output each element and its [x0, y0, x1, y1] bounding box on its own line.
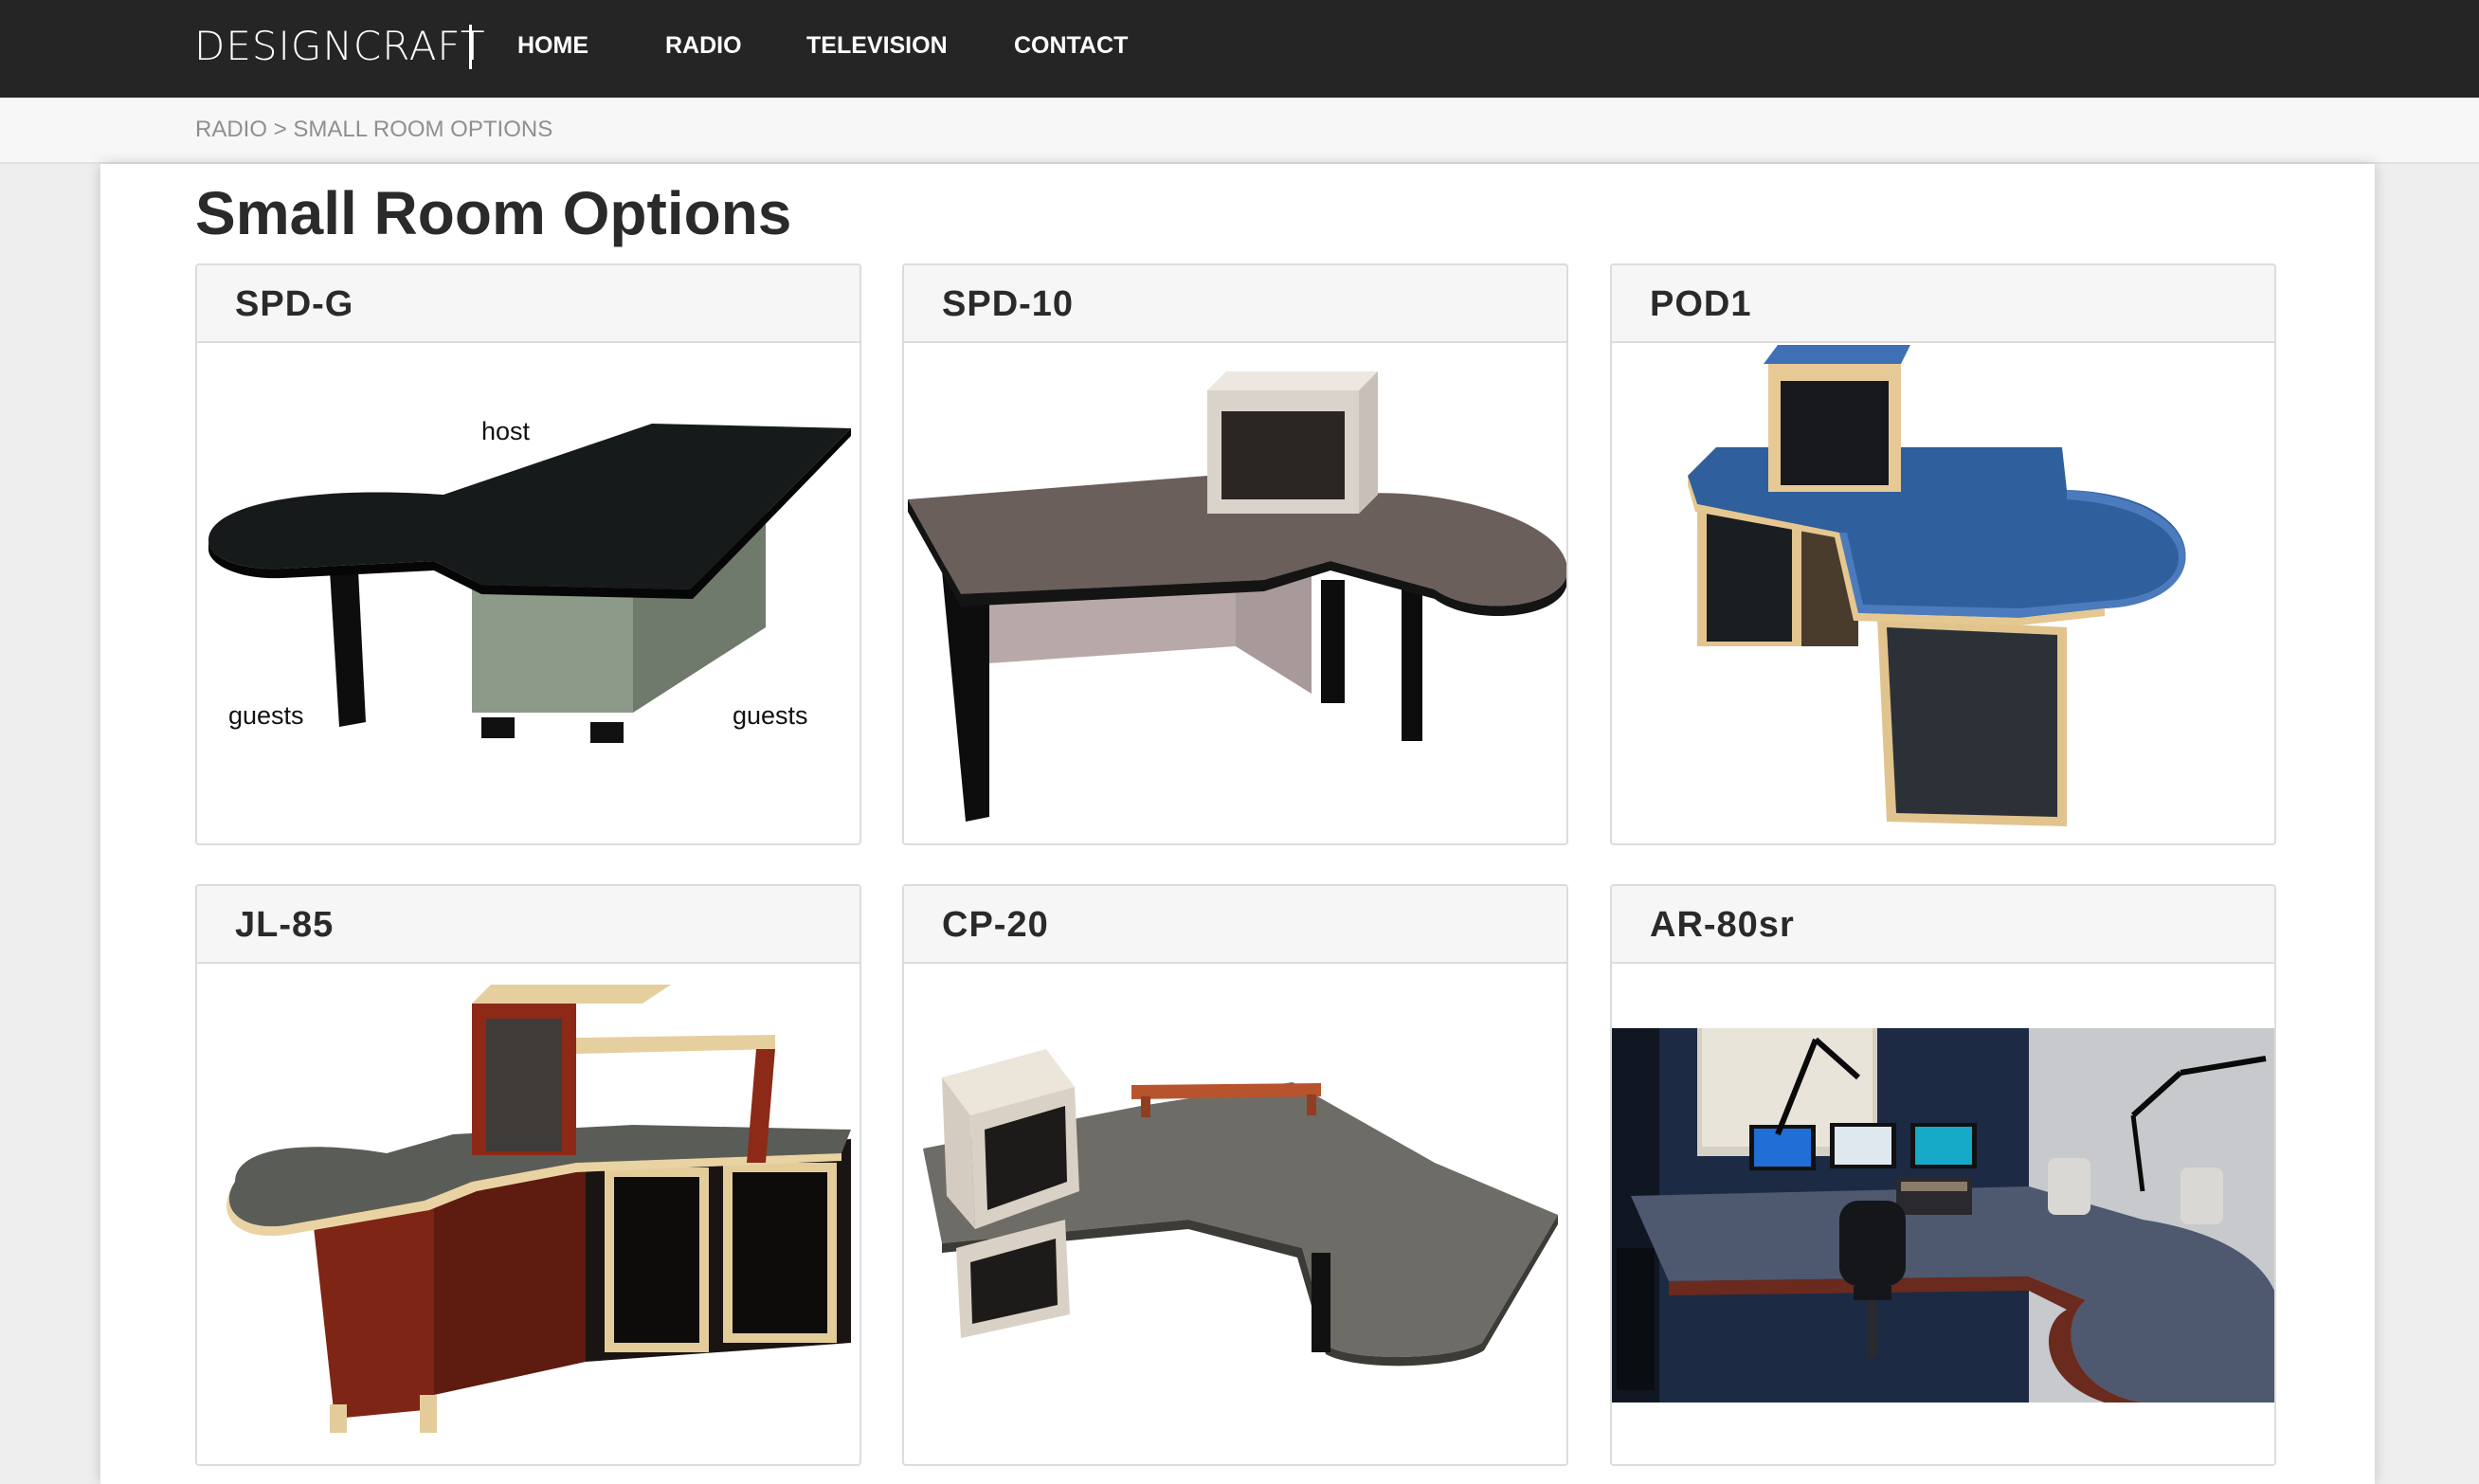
product-card-title[interactable]: JL-85: [197, 886, 860, 964]
breadcrumb: RADIO > SMALL ROOM OPTIONS: [195, 117, 552, 143]
product-image-spd-g[interactable]: host guests guests: [197, 343, 860, 843]
image-label-host: host: [481, 417, 531, 445]
product-card-cp-20[interactable]: CP-20: [902, 884, 1568, 1466]
top-navigation-bar: DESIGNCRAFT HOME RADIO TELEVISION CONTAC…: [0, 0, 2479, 98]
image-label-guests-left: guests: [228, 701, 304, 730]
product-card-ar-80sr[interactable]: AR-80sr: [1610, 884, 2276, 1466]
product-card-title[interactable]: POD1: [1612, 265, 2274, 343]
image-label-guests-right: guests: [733, 701, 808, 730]
product-image-cp-20[interactable]: [904, 964, 1566, 1464]
breadcrumb-bar: RADIO > SMALL ROOM OPTIONS: [0, 98, 2479, 164]
product-image-jl-85[interactable]: [197, 964, 860, 1464]
breadcrumb-current: SMALL ROOM OPTIONS: [293, 117, 553, 142]
logo-divider: [469, 25, 472, 69]
product-image-ar-80sr[interactable]: [1612, 964, 2274, 1464]
breadcrumb-radio-link[interactable]: RADIO: [195, 117, 267, 142]
product-card-title[interactable]: SPD-G: [197, 265, 860, 343]
product-card-jl-85[interactable]: JL-85: [195, 884, 861, 1466]
product-card-title[interactable]: SPD-10: [904, 265, 1566, 343]
product-image-spd-10[interactable]: [904, 343, 1566, 843]
product-image-pod1[interactable]: [1612, 343, 2274, 843]
product-card-spd-10[interactable]: SPD-10: [902, 263, 1568, 845]
product-card-title[interactable]: AR-80sr: [1612, 886, 2274, 964]
nav-radio[interactable]: RADIO: [665, 32, 742, 60]
page-title: Small Room Options: [195, 179, 792, 247]
nav-home[interactable]: HOME: [517, 32, 588, 60]
product-card-pod1[interactable]: POD1: [1610, 263, 2276, 845]
nav-contact[interactable]: CONTACT: [1014, 32, 1128, 60]
nav-television[interactable]: TELEVISION: [806, 32, 948, 60]
product-card-title[interactable]: CP-20: [904, 886, 1566, 964]
product-card-spd-g[interactable]: SPD-G host guests guests: [195, 263, 861, 845]
breadcrumb-separator: >: [273, 117, 287, 142]
designcraft-logo[interactable]: DESIGNCRAFT: [194, 23, 486, 69]
